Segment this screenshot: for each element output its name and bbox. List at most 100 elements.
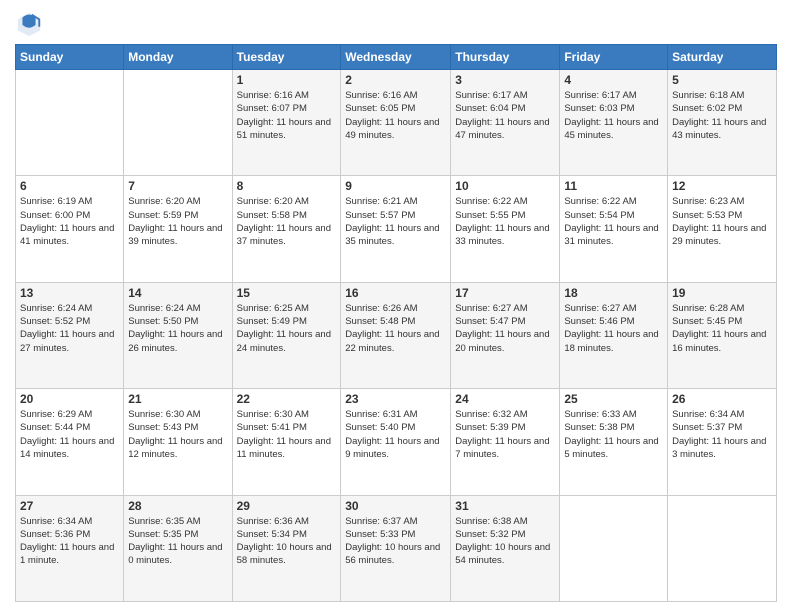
- day-info: Sunrise: 6:22 AM Sunset: 5:54 PM Dayligh…: [564, 195, 663, 248]
- day-info: Sunrise: 6:28 AM Sunset: 5:45 PM Dayligh…: [672, 302, 772, 355]
- calendar-cell: 28 Sunrise: 6:35 AM Sunset: 5:35 PM Dayli…: [124, 495, 232, 601]
- calendar-cell: 1 Sunrise: 6:16 AM Sunset: 6:07 PM Daylig…: [232, 70, 341, 176]
- day-number: 12: [672, 179, 772, 193]
- week-row-2: 13 Sunrise: 6:24 AM Sunset: 5:52 PM Dayli…: [16, 282, 777, 388]
- day-number: 9: [345, 179, 446, 193]
- calendar-cell: [668, 495, 777, 601]
- calendar-cell: 21Sunrise: 6:30 AM Sunset: 5:43 PM Dayli…: [124, 389, 232, 495]
- calendar-cell: [560, 495, 668, 601]
- day-info: Sunrise: 6:33 AM Sunset: 5:38 PM Dayligh…: [564, 408, 663, 461]
- calendar-cell: 22Sunrise: 6:30 AM Sunset: 5:41 PM Dayli…: [232, 389, 341, 495]
- day-number: 7: [128, 179, 227, 193]
- day-number: 17: [455, 286, 555, 300]
- weekday-row: SundayMondayTuesdayWednesdayThursdayFrid…: [16, 45, 777, 70]
- day-number: 3: [455, 73, 555, 87]
- calendar-cell: 5Sunrise: 6:18 AM Sunset: 6:02 PM Daylig…: [668, 70, 777, 176]
- day-info: Sunrise: 6:23 AM Sunset: 5:53 PM Dayligh…: [672, 195, 772, 248]
- day-number: 10: [455, 179, 555, 193]
- weekday-header-sunday: Sunday: [16, 45, 124, 70]
- calendar-cell: [16, 70, 124, 176]
- day-info: Sunrise: 6:29 AM Sunset: 5:44 PM Dayligh…: [20, 408, 119, 461]
- day-number: 26: [672, 392, 772, 406]
- week-row-3: 20Sunrise: 6:29 AM Sunset: 5:44 PM Dayli…: [16, 389, 777, 495]
- day-info: Sunrise: 6:27 AM Sunset: 5:46 PM Dayligh…: [564, 302, 663, 355]
- calendar-cell: 25 Sunrise: 6:33 AM Sunset: 5:38 PM Dayli…: [560, 389, 668, 495]
- day-number: 28: [128, 499, 227, 513]
- calendar-header: SundayMondayTuesdayWednesdayThursdayFrid…: [16, 45, 777, 70]
- day-info: Sunrise: 6:31 AM Sunset: 5:40 PM Dayligh…: [345, 408, 446, 461]
- day-info: Sunrise: 6:22 AM Sunset: 5:55 PM Dayligh…: [455, 195, 555, 248]
- day-number: 4: [564, 73, 663, 87]
- day-number: 25: [564, 392, 663, 406]
- day-number: 5: [672, 73, 772, 87]
- calendar-cell: 30 Sunrise: 6:37 AM Sunset: 5:33 PM Dayli…: [341, 495, 451, 601]
- day-number: 30: [345, 499, 446, 513]
- day-number: 16: [345, 286, 446, 300]
- weekday-header-wednesday: Wednesday: [341, 45, 451, 70]
- calendar-cell: 15Sunrise: 6:25 AM Sunset: 5:49 PM Dayli…: [232, 282, 341, 388]
- calendar-cell: 13 Sunrise: 6:24 AM Sunset: 5:52 PM Dayli…: [16, 282, 124, 388]
- calendar-cell: 6 Sunrise: 6:19 AM Sunset: 6:00 PM Daylig…: [16, 176, 124, 282]
- calendar-cell: 4 Sunrise: 6:17 AM Sunset: 6:03 PM Daylig…: [560, 70, 668, 176]
- day-info: Sunrise: 6:19 AM Sunset: 6:00 PM Dayligh…: [20, 195, 119, 248]
- day-info: Sunrise: 6:37 AM Sunset: 5:33 PM Dayligh…: [345, 515, 446, 568]
- day-info: Sunrise: 6:34 AM Sunset: 5:36 PM Dayligh…: [20, 515, 119, 568]
- calendar-cell: 18Sunrise: 6:27 AM Sunset: 5:46 PM Dayli…: [560, 282, 668, 388]
- day-number: 29: [237, 499, 337, 513]
- day-info: Sunrise: 6:34 AM Sunset: 5:37 PM Dayligh…: [672, 408, 772, 461]
- day-number: 1: [237, 73, 337, 87]
- day-number: 2: [345, 73, 446, 87]
- weekday-header-saturday: Saturday: [668, 45, 777, 70]
- day-info: Sunrise: 6:17 AM Sunset: 6:03 PM Dayligh…: [564, 89, 663, 142]
- weekday-header-thursday: Thursday: [451, 45, 560, 70]
- calendar-cell: [124, 70, 232, 176]
- day-number: 13: [20, 286, 119, 300]
- day-info: Sunrise: 6:38 AM Sunset: 5:32 PM Dayligh…: [455, 515, 555, 568]
- calendar-cell: 26 Sunrise: 6:34 AM Sunset: 5:37 PM Dayli…: [668, 389, 777, 495]
- day-number: 22: [237, 392, 337, 406]
- calendar-cell: 17 Sunrise: 6:27 AM Sunset: 5:47 PM Dayli…: [451, 282, 560, 388]
- day-info: Sunrise: 6:20 AM Sunset: 5:58 PM Dayligh…: [237, 195, 337, 248]
- calendar-cell: 9 Sunrise: 6:21 AM Sunset: 5:57 PM Daylig…: [341, 176, 451, 282]
- weekday-header-friday: Friday: [560, 45, 668, 70]
- day-number: 23: [345, 392, 446, 406]
- day-info: Sunrise: 6:32 AM Sunset: 5:39 PM Dayligh…: [455, 408, 555, 461]
- day-info: Sunrise: 6:21 AM Sunset: 5:57 PM Dayligh…: [345, 195, 446, 248]
- weekday-header-tuesday: Tuesday: [232, 45, 341, 70]
- day-number: 8: [237, 179, 337, 193]
- day-number: 21: [128, 392, 227, 406]
- day-info: Sunrise: 6:35 AM Sunset: 5:35 PM Dayligh…: [128, 515, 227, 568]
- calendar-table: SundayMondayTuesdayWednesdayThursdayFrid…: [15, 44, 777, 602]
- day-number: 19: [672, 286, 772, 300]
- day-info: Sunrise: 6:25 AM Sunset: 5:49 PM Dayligh…: [237, 302, 337, 355]
- calendar-cell: 14Sunrise: 6:24 AM Sunset: 5:50 PM Dayli…: [124, 282, 232, 388]
- calendar-cell: 2 Sunrise: 6:16 AM Sunset: 6:05 PM Daylig…: [341, 70, 451, 176]
- week-row-1: 6 Sunrise: 6:19 AM Sunset: 6:00 PM Daylig…: [16, 176, 777, 282]
- day-info: Sunrise: 6:36 AM Sunset: 5:34 PM Dayligh…: [237, 515, 337, 568]
- day-info: Sunrise: 6:20 AM Sunset: 5:59 PM Dayligh…: [128, 195, 227, 248]
- day-info: Sunrise: 6:26 AM Sunset: 5:48 PM Dayligh…: [345, 302, 446, 355]
- day-info: Sunrise: 6:24 AM Sunset: 5:52 PM Dayligh…: [20, 302, 119, 355]
- day-info: Sunrise: 6:17 AM Sunset: 6:04 PM Dayligh…: [455, 89, 555, 142]
- weekday-header-monday: Monday: [124, 45, 232, 70]
- day-number: 31: [455, 499, 555, 513]
- calendar-cell: 12 Sunrise: 6:23 AM Sunset: 5:53 PM Dayli…: [668, 176, 777, 282]
- week-row-4: 27Sunrise: 6:34 AM Sunset: 5:36 PM Dayli…: [16, 495, 777, 601]
- calendar-body: 1 Sunrise: 6:16 AM Sunset: 6:07 PM Daylig…: [16, 70, 777, 602]
- calendar-cell: 7 Sunrise: 6:20 AM Sunset: 5:59 PM Daylig…: [124, 176, 232, 282]
- logo-icon: [15, 10, 43, 38]
- day-number: 11: [564, 179, 663, 193]
- day-info: Sunrise: 6:16 AM Sunset: 6:05 PM Dayligh…: [345, 89, 446, 142]
- day-info: Sunrise: 6:16 AM Sunset: 6:07 PM Dayligh…: [237, 89, 337, 142]
- calendar-cell: 16 Sunrise: 6:26 AM Sunset: 5:48 PM Dayli…: [341, 282, 451, 388]
- day-info: Sunrise: 6:27 AM Sunset: 5:47 PM Dayligh…: [455, 302, 555, 355]
- day-number: 6: [20, 179, 119, 193]
- calendar-cell: 24Sunrise: 6:32 AM Sunset: 5:39 PM Dayli…: [451, 389, 560, 495]
- calendar-cell: 20Sunrise: 6:29 AM Sunset: 5:44 PM Dayli…: [16, 389, 124, 495]
- calendar-cell: 3 Sunrise: 6:17 AM Sunset: 6:04 PM Daylig…: [451, 70, 560, 176]
- calendar-cell: 31 Sunrise: 6:38 AM Sunset: 5:32 PM Dayli…: [451, 495, 560, 601]
- logo: [15, 10, 47, 38]
- calendar-cell: 8 Sunrise: 6:20 AM Sunset: 5:58 PM Daylig…: [232, 176, 341, 282]
- calendar-cell: 19 Sunrise: 6:28 AM Sunset: 5:45 PM Dayli…: [668, 282, 777, 388]
- calendar-cell: 23 Sunrise: 6:31 AM Sunset: 5:40 PM Dayli…: [341, 389, 451, 495]
